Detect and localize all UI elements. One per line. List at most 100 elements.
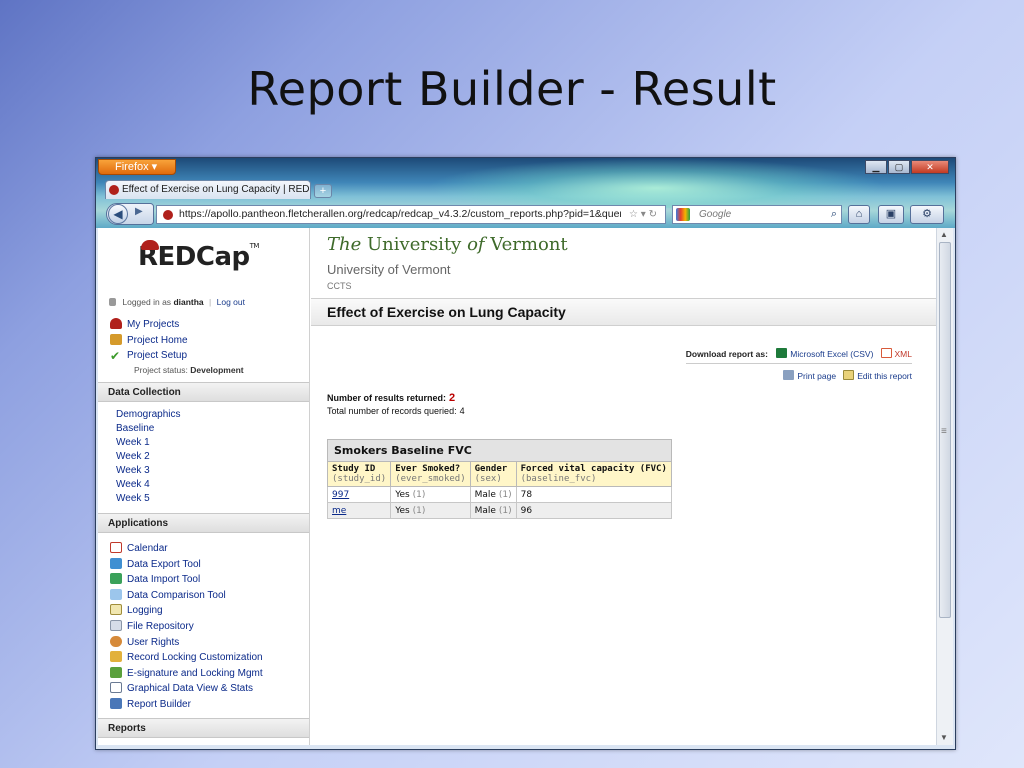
column-header: Ever Smoked? (ever_smoked) [390,461,471,487]
app-record-locking[interactable]: Record Locking Customization [110,650,263,666]
checkmark-icon: ✔ [110,349,121,363]
close-button[interactable]: ✕ [911,160,949,174]
search-placeholder: Google [699,209,732,220]
app-esignature[interactable]: E-signature and Locking Mgmt [110,666,263,682]
scroll-down-arrow-icon[interactable]: ▼ [940,733,948,742]
download-xml-link[interactable]: XML [895,349,912,359]
nav-bar: ◀ ▶ https://apollo.pantheon.fletcheralle… [96,201,955,227]
table-row: 997 Yes (1) Male (1) 78 [326,486,672,503]
nav-project-setup[interactable]: ✔ Project Setup [110,348,244,364]
calendar-icon [110,542,122,553]
results-count: 2 [449,392,456,404]
print-page-link[interactable]: Print page [797,371,836,381]
username: diantha [173,297,204,307]
report-table: Smokers Baseline FVC Study ID (study_id) … [326,439,672,519]
home-icon[interactable]: ⌂ [848,205,870,224]
signature-icon [110,666,122,678]
record-link[interactable]: me [332,506,346,516]
record-link[interactable]: 997 [332,490,349,500]
app-data-comparison[interactable]: Data Comparison Tool [110,588,263,604]
back-arrow-icon[interactable]: ◀ [108,204,128,224]
records-count: 4 [459,406,465,416]
app-report-builder[interactable]: Report Builder [110,697,263,713]
institution-unit: CCTS [327,281,352,291]
app-user-rights[interactable]: User Rights [110,635,263,651]
redcap-logo: REDCapTM [138,240,259,272]
back-forward-group: ◀ ▶ [106,203,154,225]
browser-tab[interactable]: Effect of Exercise on Lung Capacity | RE… [105,180,311,199]
browser-window: Firefox ▾ ▁ ▢ ✕ Effect of Exercise on Lu… [95,157,956,750]
search-icon[interactable]: ⌕ [831,206,837,223]
nav-my-projects[interactable]: My Projects [110,317,244,333]
import-icon [110,573,122,585]
institution-name: University of Vermont [327,262,451,277]
smoked-cell: Yes (1) [390,502,471,519]
search-box[interactable]: Google ⌕ [672,205,842,224]
app-data-export[interactable]: Data Export Tool [110,557,263,573]
reports-header[interactable]: Reports [98,718,309,738]
url-bar[interactable]: https://apollo.pantheon.fletcherallen.or… [156,205,666,224]
instrument-link[interactable]: Week 4 [116,478,180,492]
instrument-link[interactable]: Demographics [116,408,180,422]
firefox-menu-button[interactable]: Firefox ▾ [98,159,176,175]
bookmarks-icon[interactable]: ▣ [878,205,904,224]
applications-header[interactable]: Applications [98,513,309,533]
app-data-import[interactable]: Data Import Tool [110,572,263,588]
maximize-button[interactable]: ▢ [888,160,910,174]
file-icon [110,619,122,631]
instrument-link[interactable]: Week 2 [116,450,180,464]
download-excel-link[interactable]: Microsoft Excel (CSV) [790,349,873,359]
redcap-favicon-icon [109,185,119,195]
lock-icon [109,298,116,306]
app-logging[interactable]: Logging [110,603,263,619]
gender-cell: Male (1) [469,486,517,503]
table-row: me Yes (1) Male (1) 96 [326,502,672,519]
edit-report-link[interactable]: Edit this report [857,371,912,381]
slide-title: Report Builder - Result [247,62,777,116]
log-icon [110,604,122,616]
sidebar: REDCapTM Logged in as diantha | Log out … [98,228,310,745]
new-tab-button[interactable]: + [314,184,332,198]
smoked-cell: Yes (1) [390,486,471,503]
fvc-cell: 78 [515,486,672,503]
google-icon [676,208,690,221]
bookmark-star-icon[interactable]: ☆ ▾ ↻ [621,206,665,223]
column-header: Forced vital capacity (FVC) (baseline_fvc… [515,461,672,487]
instrument-link[interactable]: Week 3 [116,464,180,478]
report-actions: Print page Edit this report [783,370,912,381]
project-title: Effect of Exercise on Lung Capacity [311,298,936,326]
institution-logo: The University of Vermont [327,234,568,255]
printer-icon [783,370,795,380]
record-id-cell: me [326,502,392,519]
instrument-link[interactable]: Week 1 [116,436,180,450]
login-info: Logged in as diantha | Log out [109,297,245,307]
scroll-grip-icon: ≡ [941,426,947,437]
instrument-link[interactable]: Baseline [116,422,180,436]
logout-link[interactable]: Log out [217,297,245,307]
vertical-scrollbar[interactable]: ▲ ≡ ▼ [936,228,953,745]
report-title: Smokers Baseline FVC [327,439,672,462]
tab-title: Effect of Exercise on Lung Capacity | RE… [122,184,311,195]
app-file-repository[interactable]: File Repository [110,619,263,635]
forward-arrow-icon[interactable]: ▶ [135,206,143,217]
record-id-cell: 997 [326,486,392,503]
report-icon [110,697,122,709]
column-header: Study ID (study_id) [326,461,392,487]
data-collection-header[interactable]: Data Collection [98,382,309,402]
redcap-favicon-icon [163,210,173,220]
main-panel: The University of Vermont University of … [311,228,936,745]
download-options: Download report as: Microsoft Excel (CSV… [685,348,912,364]
nav-project-home[interactable]: Project Home [110,333,244,349]
tools-gear-icon[interactable]: ⚙ [910,205,944,224]
app-calendar[interactable]: Calendar [110,541,263,557]
minimize-button[interactable]: ▁ [865,160,887,174]
instrument-list: Demographics Baseline Week 1 Week 2 Week… [116,408,180,506]
user-icon [110,635,122,647]
export-icon [110,557,122,569]
app-graphical-view[interactable]: Graphical Data View & Stats [110,681,263,697]
edit-icon [843,370,855,380]
instrument-link[interactable]: Week 5 [116,492,180,506]
scroll-up-arrow-icon[interactable]: ▲ [940,230,948,239]
url-text: https://apollo.pantheon.fletcherallen.or… [179,208,643,220]
redcap-hat-icon [110,318,122,329]
